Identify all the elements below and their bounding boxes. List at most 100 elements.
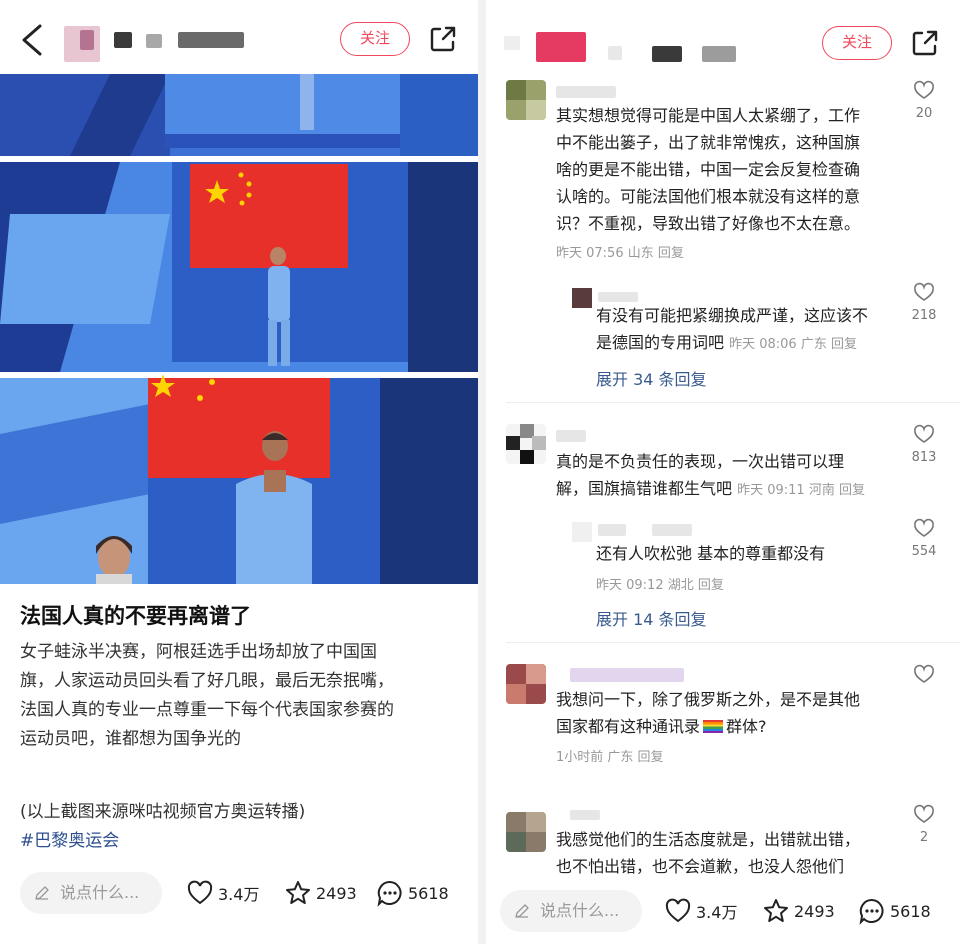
share-icon[interactable] [428,24,458,54]
post-title: 法国人真的不要再离谱了 [20,604,251,628]
like-count: 3.4万 [696,903,738,922]
commenter-avatar[interactable] [506,812,546,852]
blur-block [146,34,162,48]
like-button[interactable]: 3.4万 [186,878,259,908]
author-name-blurred [702,46,736,62]
comment-line: 识？不重视，导致出错了好像也不太在意。 [556,214,861,233]
blur-block [114,32,132,48]
heart-icon [914,518,934,537]
reply-text: 还有人吹松弛 基本的尊重都没有 [596,540,825,567]
commenter-name-blurred [556,86,616,98]
comment-count: 5618 [408,883,449,903]
comment-text: 我感觉他们的生活态度就是，出错就出错， 也不怕出错，也不会道歉，也没人怨他们 [556,826,860,880]
like-count: 2 [919,830,929,845]
like-count: 20 [915,106,933,121]
heart-icon [914,424,934,443]
olympic-broadcast-screenshot [0,74,478,584]
post-body: 女子蛙泳半决赛，阿根廷选手出场却放了中国国 旗，人家运动员回头看了好几眼，最后无… [20,638,460,754]
post-body-line: 法国人真的专业一点尊重一下每个代表国家参赛的 [20,700,394,720]
reply-line: 还有人吹松弛 基本的尊重都没有 [596,544,826,563]
reply-meta[interactable]: 昨天 09:12 湖北 回复 [596,574,724,593]
blur-block [652,46,682,62]
china-flag [190,164,348,268]
divider [506,642,960,643]
comment-line: 我感觉他们的生活态度就是，出错就出错， [556,830,861,849]
commenter-avatar[interactable] [506,80,546,120]
like-count: 218 [911,308,937,323]
author-avatar-blurred[interactable] [536,32,586,62]
replier-avatar[interactable] [572,288,592,308]
comments-header: 关注 [486,0,960,74]
reply-meta[interactable]: 昨天 08:06 广东 回复 [729,337,857,352]
post-header: 关注 [0,0,478,74]
replier-avatar[interactable] [572,522,592,542]
reply-line: 有没有可能把紧绷换成严谨，这应该不 [596,306,869,325]
heart-icon [187,880,213,905]
favorite-button[interactable]: 2493 [762,896,835,926]
blur-block [80,30,94,50]
follow-button[interactable]: 关注 [340,22,410,56]
blur-block [652,524,692,536]
like-count: 3.4万 [218,885,260,904]
china-flag-closeup [148,378,330,478]
like-count: 554 [911,544,937,559]
comment-meta[interactable]: 昨天 09:11 河南 回复 [737,483,865,498]
post-image[interactable] [0,74,478,584]
comment-line: 也不怕出错，也不会道歉，也没人怨他们 [556,857,845,876]
expand-replies-link[interactable]: 展开 34 条回复 [596,366,707,390]
comment-line: 中不能出篓子，出了就非常愧疚，这种国旗 [556,133,861,152]
comments-panel: 关注 其实想想觉得可能是中国人太紧绷了，工作 中不能出篓子，出了就非常愧疚，这种… [486,0,960,944]
chat-bubble-icon [377,880,402,907]
share-icon[interactable] [910,28,940,58]
favorite-count: 2493 [794,901,835,921]
reply-like[interactable]: 218 [904,282,944,323]
reply-text: 有没有可能把紧绷换成严谨，这应该不 是德国的专用词吧 昨天 08:06 广东 回… [596,302,868,358]
comment-like[interactable]: 813 [904,424,944,465]
comment-line: 我想问一下，除了俄罗斯之外，是不是其他 [556,690,861,709]
replier-name-blurred [598,292,638,302]
comment-line: 真的是不负责任的表现，一次出错可以理 [556,452,845,471]
comments-button[interactable]: 5618 [858,896,931,926]
commenter-name-blurred [556,430,586,442]
follow-button[interactable]: 关注 [822,26,892,60]
commenter-avatar[interactable] [506,664,546,704]
heart-icon [914,664,934,683]
comment-text: 真的是不负责任的表现，一次出错可以理 解，国旗搞错谁都生气吧 昨天 09:11 … [556,448,865,504]
commenter-avatar[interactable] [506,424,546,464]
post-body-line: 旗，人家运动员回头看了好几眼，最后无奈抿嘴， [20,671,394,691]
comment-meta[interactable]: 昨天 07:56 山东 回复 [556,242,684,261]
bottom-action-bar: 说点什么... 3.4万 2493 5618 [486,880,960,940]
comment-placeholder: 说点什么... [60,883,140,902]
comment-input[interactable]: 说点什么... [20,872,162,914]
star-icon [286,881,310,904]
comment-like[interactable]: 2 [904,804,944,845]
back-arrow-icon[interactable] [18,22,48,58]
favorite-button[interactable]: 2493 [284,878,357,908]
comment-placeholder: 说点什么... [540,901,620,920]
author-name-blurred [178,32,244,48]
bottom-action-bar: 说点什么... 3.4万 2493 5618 [0,862,478,922]
comment-like[interactable] [904,664,944,690]
pencil-icon [515,904,529,918]
commenter-name-blurred [570,810,600,820]
post-source-note: (以上截图来源咪咕视频官方奥运转播) [20,802,306,822]
chat-bubble-icon [859,898,884,925]
blur-block [504,36,520,50]
like-button[interactable]: 3.4万 [664,896,737,926]
panel-divider [478,0,486,944]
comments-button[interactable]: 5618 [376,878,449,908]
comment-like[interactable]: 20 [904,80,944,121]
commenter-name-blurred [570,668,684,682]
reply-like[interactable]: 554 [904,518,944,559]
comment-meta[interactable]: 1小时前 广东 回复 [556,746,664,765]
divider [506,402,960,403]
comment-line: 解，国旗搞错谁都生气吧 昨天 09:11 河南 回复 [556,479,865,498]
rainbow-flag-emoji [703,720,724,733]
hashtag-link[interactable]: #巴黎奥运会 [20,826,119,851]
comment-input[interactable]: 说点什么... [500,890,642,932]
post-detail-panel: 关注 法国人真的不要再离谱了 女子蛙泳半决赛，阿根廷选手出场却放了中国国 旗，人… [0,0,478,944]
favorite-count: 2493 [316,883,357,903]
comment-text: 其实想想觉得可能是中国人太紧绷了，工作 中不能出篓子，出了就非常愧疚，这种国旗 … [556,102,860,237]
expand-replies-link[interactable]: 展开 14 条回复 [596,606,707,630]
heart-icon [665,898,691,923]
